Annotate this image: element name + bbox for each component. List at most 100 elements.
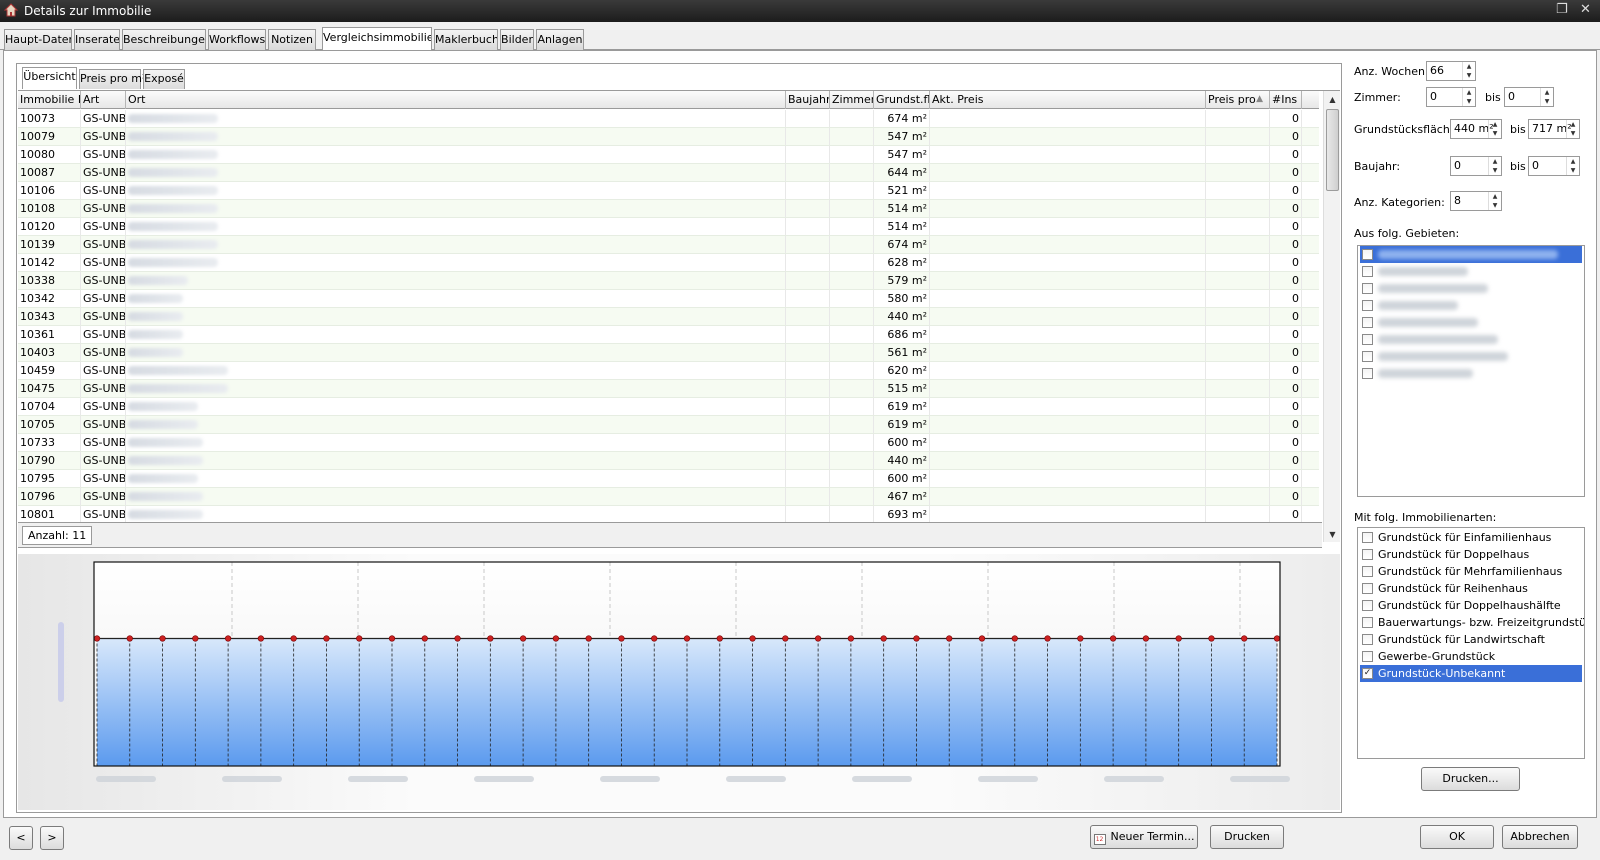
property-type-item[interactable]: Grundstück für Einfamilienhaus bbox=[1360, 529, 1582, 546]
table-row[interactable]: 10795 GS-UNB 600 m² 0 bbox=[18, 470, 1319, 488]
checkbox[interactable] bbox=[1362, 651, 1373, 662]
checkbox[interactable] bbox=[1362, 266, 1373, 277]
checkbox[interactable] bbox=[1362, 351, 1373, 362]
table-row[interactable]: 10142 GS-UNB 628 m² 0 bbox=[18, 254, 1319, 272]
column-header-grundstfl[interactable]: Grundst.fl. bbox=[874, 91, 930, 109]
categories-spinner[interactable]: 8 ▲ ▼ bbox=[1450, 191, 1502, 211]
tab-inserate[interactable]: Inserate bbox=[74, 29, 120, 50]
tab-haupt-daten[interactable]: Haupt-Daten bbox=[4, 29, 72, 50]
area-item[interactable] bbox=[1360, 314, 1582, 331]
table-row[interactable]: 10079 GS-UNB 547 m² 0 bbox=[18, 128, 1319, 146]
column-header-akt-preis[interactable]: Akt. Preis bbox=[930, 91, 1206, 109]
checkbox[interactable] bbox=[1362, 600, 1373, 611]
tab-vergleichsimmobilien[interactable]: Vergleichsimmobilien bbox=[322, 27, 432, 50]
table-row[interactable]: 10705 GS-UNB 619 m² 0 bbox=[18, 416, 1319, 434]
tab-maklerbuch[interactable]: Maklerbuch bbox=[434, 29, 498, 50]
ok-button[interactable]: OK bbox=[1420, 825, 1494, 849]
tab-beschreibungen[interactable]: Beschreibungen bbox=[122, 29, 206, 50]
table-row[interactable]: 10342 GS-UNB 580 m² 0 bbox=[18, 290, 1319, 308]
restore-window-button[interactable]: ❐ bbox=[1556, 3, 1568, 17]
table-row[interactable]: 10733 GS-UNB 600 m² 0 bbox=[18, 434, 1319, 452]
next-button[interactable]: > bbox=[40, 826, 64, 850]
subtab-uebersicht[interactable]: Übersicht bbox=[22, 67, 77, 89]
grid-vertical-scrollbar[interactable]: ▲ ▼ bbox=[1323, 91, 1340, 542]
table-row[interactable]: 10459 GS-UNB 620 m² 0 bbox=[18, 362, 1319, 380]
scrollbar-thumb[interactable] bbox=[1326, 109, 1339, 191]
areas-listbox[interactable] bbox=[1357, 245, 1585, 497]
property-type-item[interactable]: Grundstück für Doppelhaus bbox=[1360, 546, 1582, 563]
cancel-button[interactable]: Abbrechen bbox=[1502, 825, 1578, 849]
checkbox[interactable] bbox=[1362, 334, 1373, 345]
column-header-baujahr[interactable]: Baujahr bbox=[786, 91, 830, 109]
area-item[interactable] bbox=[1360, 263, 1582, 280]
table-row[interactable]: 10106 GS-UNB 521 m² 0 bbox=[18, 182, 1319, 200]
area-item[interactable] bbox=[1360, 297, 1582, 314]
subtab-expose[interactable]: Exposé bbox=[143, 69, 185, 89]
spinner-arrows-icon[interactable]: ▲ ▼ bbox=[1540, 88, 1553, 106]
checkbox[interactable] bbox=[1362, 532, 1373, 543]
property-type-item[interactable]: Grundstück für Reihenhaus bbox=[1360, 580, 1582, 597]
spinner-arrows-icon[interactable]: ▲ ▼ bbox=[1566, 157, 1579, 175]
checkbox[interactable] bbox=[1362, 283, 1373, 294]
area-item[interactable] bbox=[1360, 331, 1582, 348]
table-row[interactable]: 10087 GS-UNB 644 m² 0 bbox=[18, 164, 1319, 182]
table-row[interactable]: 10796 GS-UNB 467 m² 0 bbox=[18, 488, 1319, 506]
plot-to-spinner[interactable]: 717 m² ▲ ▼ bbox=[1528, 119, 1580, 139]
checkbox[interactable] bbox=[1362, 566, 1373, 577]
close-window-button[interactable]: ✕ bbox=[1580, 3, 1591, 17]
checkbox[interactable] bbox=[1362, 300, 1373, 311]
property-type-item[interactable]: Grundstück für Doppelhaushälfte bbox=[1360, 597, 1582, 614]
scroll-up-arrow-icon[interactable]: ▲ bbox=[1324, 91, 1340, 108]
checked-checkbox[interactable]: ✓ bbox=[1362, 668, 1373, 679]
column-header-zimmer[interactable]: Zimmer bbox=[830, 91, 874, 109]
column-header-art[interactable]: Art bbox=[81, 91, 126, 109]
table-row[interactable]: 10475 GS-UNB 515 m² 0 bbox=[18, 380, 1319, 398]
table-row[interactable]: 10139 GS-UNB 674 m² 0 bbox=[18, 236, 1319, 254]
area-item[interactable] bbox=[1360, 246, 1582, 263]
checkbox[interactable] bbox=[1362, 583, 1373, 594]
checkbox[interactable] bbox=[1362, 368, 1373, 379]
table-row[interactable]: 10080 GS-UNB 547 m² 0 bbox=[18, 146, 1319, 164]
tab-bilder[interactable]: Bilder bbox=[500, 29, 534, 50]
table-row[interactable]: 10790 GS-UNB 440 m² 0 bbox=[18, 452, 1319, 470]
print-button[interactable]: Drucken bbox=[1210, 825, 1284, 849]
property-type-item[interactable]: Bauerwartungs- bzw. Freizeitgrundstück bbox=[1360, 614, 1584, 631]
checkbox[interactable] bbox=[1362, 317, 1373, 328]
scroll-down-arrow-icon[interactable]: ▼ bbox=[1324, 526, 1340, 542]
spinner-arrows-icon[interactable]: ▲ ▼ bbox=[1488, 192, 1501, 210]
checkbox[interactable] bbox=[1362, 249, 1373, 260]
area-item[interactable] bbox=[1360, 365, 1582, 382]
property-types-listbox[interactable]: Grundstück für Einfamilienhaus Grundstück… bbox=[1357, 527, 1585, 759]
checkbox[interactable] bbox=[1362, 634, 1373, 645]
spinner-arrows-icon[interactable]: ▲ ▼ bbox=[1488, 157, 1501, 175]
table-row[interactable]: 10108 GS-UNB 514 m² 0 bbox=[18, 200, 1319, 218]
table-row[interactable]: 10361 GS-UNB 686 m² 0 bbox=[18, 326, 1319, 344]
table-row[interactable]: 10073 GS-UNB 674 m² 0 bbox=[18, 110, 1319, 128]
spinner-arrows-icon[interactable]: ▲ ▼ bbox=[1488, 120, 1501, 138]
table-row[interactable]: 10120 GS-UNB 514 m² 0 bbox=[18, 218, 1319, 236]
property-type-item[interactable]: Grundstück für Mehrfamilienhaus bbox=[1360, 563, 1582, 580]
checkbox[interactable] bbox=[1362, 549, 1373, 560]
weeks-spinner[interactable]: 66 ▲ ▼ bbox=[1426, 61, 1476, 81]
area-item[interactable] bbox=[1360, 280, 1582, 297]
rooms-from-spinner[interactable]: 0 ▲ ▼ bbox=[1426, 87, 1476, 107]
year-from-spinner[interactable]: 0 ▲ ▼ bbox=[1450, 156, 1502, 176]
spinner-arrows-icon[interactable]: ▲ ▼ bbox=[1566, 120, 1579, 138]
column-header-ort[interactable]: Ort bbox=[126, 91, 786, 109]
year-to-spinner[interactable]: 0 ▲ ▼ bbox=[1528, 156, 1580, 176]
column-header-ins[interactable]: #Ins bbox=[1270, 91, 1302, 109]
print-chart-button[interactable]: Drucken... bbox=[1421, 767, 1520, 791]
spinner-arrows-icon[interactable]: ▲ ▼ bbox=[1462, 88, 1475, 106]
area-item[interactable] bbox=[1360, 348, 1582, 365]
plot-from-spinner[interactable]: 440 m² ▲ ▼ bbox=[1450, 119, 1502, 139]
new-appointment-button[interactable]: 12 Neuer Termin... bbox=[1090, 825, 1198, 849]
column-header-preis-pro[interactable]: Preis pro ▲ bbox=[1206, 91, 1270, 109]
tab-workflows[interactable]: Workflows bbox=[208, 29, 266, 50]
rooms-to-spinner[interactable]: 0 ▲ ▼ bbox=[1504, 87, 1554, 107]
table-row[interactable]: 10403 GS-UNB 561 m² 0 bbox=[18, 344, 1319, 362]
property-type-item[interactable]: Grundstück für Landwirtschaft bbox=[1360, 631, 1582, 648]
checkbox[interactable] bbox=[1362, 617, 1373, 628]
property-type-item[interactable]: Gewerbe-Grundstück bbox=[1360, 648, 1582, 665]
column-header-id[interactable]: Immobilie Id bbox=[18, 91, 81, 109]
previous-button[interactable]: < bbox=[9, 826, 33, 850]
